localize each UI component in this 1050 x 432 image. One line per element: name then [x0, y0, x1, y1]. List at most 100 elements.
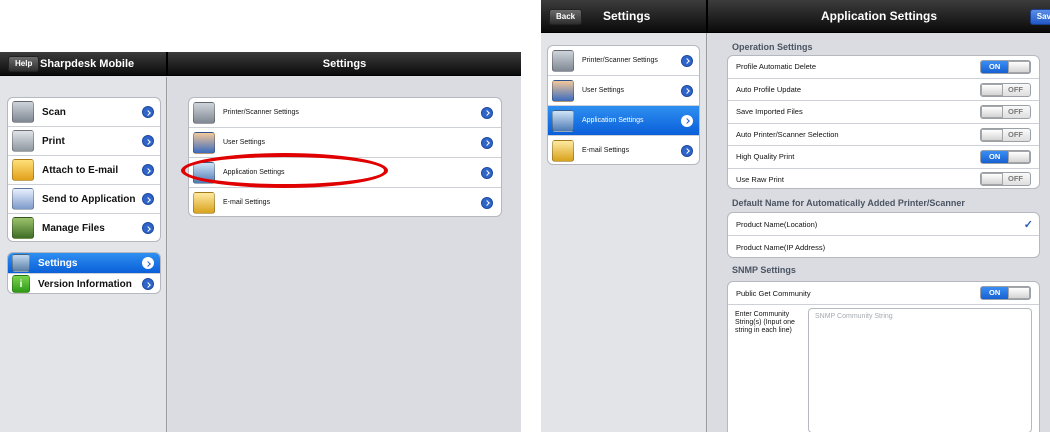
settings-list: Printer/Scanner Settings User Settings A…: [547, 45, 700, 165]
settings-item-label: E-mail Settings: [582, 147, 630, 154]
toggle-knob: [1008, 61, 1030, 73]
menu-item-attach-email[interactable]: Attach to E-mail: [8, 156, 160, 185]
option-product-name-location[interactable]: Product Name(Location) ✓: [728, 213, 1039, 236]
menu-item-send-to-application[interactable]: Send to Application: [8, 185, 160, 214]
settings-item-label: User Settings: [582, 87, 625, 94]
settings-item-email[interactable]: E-mail Settings: [189, 188, 501, 216]
detail-title: Settings: [322, 58, 367, 70]
save-button[interactable]: Sav: [1029, 9, 1050, 25]
printer-scanner-icon: [552, 49, 574, 72]
info-icon: i: [12, 275, 30, 293]
setting-label: Public Get Community: [736, 288, 811, 298]
settings-item-user[interactable]: User Settings: [548, 76, 699, 106]
toggle-knob: [1008, 287, 1030, 299]
printer-icon: [12, 130, 34, 152]
menu-item-settings[interactable]: Settings: [8, 253, 160, 274]
settings-item-printer-scanner[interactable]: Printer/Scanner Settings: [548, 46, 699, 76]
settings-item-label: E-mail Settings: [223, 199, 271, 206]
toggle-knob: [981, 128, 1003, 141]
option-label: Product Name(IP Address): [736, 242, 826, 252]
toggle-state-text: OFF: [1008, 129, 1023, 139]
toggle-state-text: OFF: [1008, 84, 1023, 94]
setting-row-save-imported-files: Save Imported Files OFF: [728, 101, 1039, 124]
master-pane: Printer/Scanner Settings User Settings A…: [541, 33, 707, 432]
right-screenshot: Back Settings Application Settings Sav P…: [541, 0, 1050, 432]
menu-item-print[interactable]: Print: [8, 127, 160, 156]
top-nav-bar: Back Settings Application Settings Sav: [541, 0, 1050, 33]
chevron-right-icon: [481, 196, 493, 209]
chevron-right-icon: [142, 106, 154, 118]
chevron-right-icon: [681, 144, 693, 157]
back-button[interactable]: Back: [549, 9, 583, 25]
user-icon: [193, 131, 215, 154]
menu-item-scan[interactable]: Scan: [8, 98, 160, 127]
settings-item-printer-scanner[interactable]: Printer/Scanner Settings: [189, 98, 501, 128]
settings-item-email[interactable]: E-mail Settings: [548, 136, 699, 164]
help-button[interactable]: Help: [8, 56, 40, 72]
toggle-knob: [981, 106, 1003, 118]
toggle-auto-profile-update[interactable]: OFF: [980, 82, 1031, 97]
toggle-knob: [981, 83, 1003, 96]
toggle-state-text: OFF: [1008, 173, 1023, 183]
setting-label: Use Raw Print: [736, 174, 784, 184]
gear-icon: [12, 254, 30, 272]
scanner-icon: [12, 101, 34, 123]
settings-item-label: Printer/Scanner Settings: [223, 109, 299, 116]
left-screenshot: Help Sharpdesk Mobile Settings Scan Prin…: [0, 52, 521, 432]
setting-row-use-raw-print: Use Raw Print OFF: [728, 169, 1039, 189]
setting-row-profile-automatic-delete: Profile Automatic Delete ON: [728, 56, 1039, 79]
toggle-knob: [981, 172, 1003, 185]
community-strings-textarea[interactable]: SNMP Community String: [808, 308, 1032, 432]
menu-item-manage-files[interactable]: Manage Files: [8, 214, 160, 241]
setting-label: Auto Profile Update: [736, 84, 802, 94]
toggle-save-imported-files[interactable]: OFF: [980, 105, 1031, 119]
menu-item-label: Send to Application: [42, 193, 136, 205]
app-title: Sharpdesk Mobile: [40, 58, 135, 70]
settings-item-label: Application Settings: [582, 117, 644, 124]
setting-label: Save Imported Files: [736, 107, 803, 117]
top-nav-bar: Help Sharpdesk Mobile Settings: [0, 52, 521, 76]
section-title-operation: Operation Settings: [732, 42, 813, 52]
setting-row-high-quality-print: High Quality Print ON: [728, 146, 1039, 169]
toggle-auto-printer-scanner-selection[interactable]: OFF: [980, 127, 1031, 142]
menu-item-label: Version Information: [38, 278, 132, 290]
chevron-right-icon: [142, 278, 154, 290]
nav-divider: [706, 0, 708, 33]
toggle-profile-automatic-delete[interactable]: ON: [980, 60, 1031, 74]
email-settings-icon: [552, 139, 574, 162]
option-product-name-ip-address[interactable]: Product Name(IP Address): [728, 236, 1039, 257]
chevron-right-icon: [481, 136, 493, 149]
chevron-right-icon: [142, 222, 154, 234]
chevron-right-icon: [142, 193, 154, 205]
chevron-right-icon: [481, 166, 493, 179]
email-settings-icon: [193, 191, 215, 214]
chevron-right-icon: [681, 54, 693, 67]
chevron-right-icon: [142, 164, 154, 176]
menu-item-version-information[interactable]: i Version Information: [8, 274, 160, 293]
main-menu-group: Scan Print Attach to E-mail Send to Appl…: [7, 97, 161, 242]
toggle-state-text: ON: [989, 288, 1001, 297]
secondary-menu-group: Settings i Version Information: [7, 252, 161, 294]
chevron-right-icon: [142, 135, 154, 147]
snmp-settings-group: Public Get Community ON Enter Community …: [727, 281, 1040, 432]
setting-label: High Quality Print: [736, 152, 795, 162]
master-pane: Scan Print Attach to E-mail Send to Appl…: [0, 77, 167, 432]
files-icon: [12, 217, 34, 239]
default-name-group: Product Name(Location) ✓ Product Name(IP…: [727, 212, 1040, 258]
toggle-use-raw-print[interactable]: OFF: [980, 171, 1031, 186]
application-settings-icon: [552, 109, 574, 132]
toggle-public-get-community[interactable]: ON: [980, 286, 1031, 300]
menu-item-label: Print: [42, 135, 65, 147]
detail-pane: Operation Settings Profile Automatic Del…: [708, 33, 1050, 432]
settings-item-application[interactable]: Application Settings: [548, 106, 699, 136]
toggle-state-text: ON: [989, 62, 1001, 71]
setting-row-auto-printer-scanner-selection: Auto Printer/Scanner Selection OFF: [728, 124, 1039, 146]
user-icon: [552, 79, 574, 102]
setting-row-community-strings: Enter Community String(s) (Input one str…: [728, 305, 1039, 432]
menu-item-label: Manage Files: [42, 222, 105, 234]
option-label: Product Name(Location): [736, 219, 818, 229]
toggle-high-quality-print[interactable]: ON: [980, 150, 1031, 164]
detail-pane: Printer/Scanner Settings User Settings A…: [168, 77, 521, 432]
settings-item-label: Printer/Scanner Settings: [582, 57, 658, 64]
settings-item-user[interactable]: User Settings: [189, 128, 501, 158]
